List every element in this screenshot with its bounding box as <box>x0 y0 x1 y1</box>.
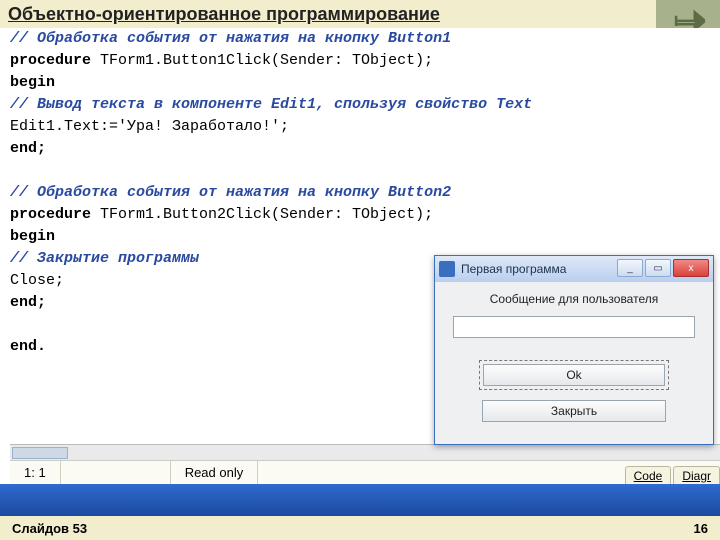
code-text: Close; <box>10 272 64 289</box>
dialog-title: Первая программа <box>461 262 566 276</box>
minimize-button[interactable]: _ <box>617 259 643 277</box>
ok-button-label: Ok <box>566 368 581 382</box>
app-icon <box>439 261 455 277</box>
minimize-icon: _ <box>627 263 633 274</box>
code-keyword: procedure <box>10 52 91 69</box>
slide-footer: Слайдов 53 16 <box>0 516 720 540</box>
close-icon: x <box>689 263 694 274</box>
code-comment: // Обработка события от нажатия на кнопк… <box>10 184 451 201</box>
code-keyword: end. <box>10 338 46 355</box>
maximize-icon: ▭ <box>653 263 662 274</box>
cursor-position: 1: 1 <box>10 461 61 484</box>
page-number: 16 <box>694 521 708 536</box>
slide-title-bar: Объектно-ориентированное программировани… <box>0 0 720 28</box>
tab-code[interactable]: Code <box>625 466 672 485</box>
tab-diagram[interactable]: Diagr <box>673 466 720 485</box>
code-comment: // Вывод текста в компоненте Edit1, спол… <box>10 96 532 113</box>
close-button[interactable]: x <box>673 259 709 277</box>
scrollbar-thumb[interactable] <box>12 447 68 459</box>
slide-title: Объектно-ориентированное программировани… <box>8 4 440 25</box>
code-keyword: end; <box>10 140 46 157</box>
dialog-titlebar[interactable]: Первая программа _ ▭ x <box>435 256 713 282</box>
editor-status-bar: 1: 1 Read only Code Diagr <box>10 460 720 484</box>
horizontal-scrollbar[interactable] <box>10 444 720 460</box>
maximize-button[interactable]: ▭ <box>645 259 671 277</box>
dialog-message: Сообщение для пользователя <box>453 292 695 306</box>
code-comment: // Закрытие программы <box>10 250 199 267</box>
ok-button-focus-ring: Ok <box>479 360 669 390</box>
close-program-label: Закрыть <box>551 404 597 418</box>
code-keyword: end; <box>10 294 46 311</box>
editor-tabs: Code Diagr <box>623 461 720 485</box>
code-text: TForm1.Button2Click(Sender: TObject); <box>91 206 433 223</box>
code-comment: // Обработка события от нажатия на кнопк… <box>10 30 451 47</box>
read-only-indicator: Read only <box>171 461 259 484</box>
code-keyword: begin <box>10 228 55 245</box>
code-text: TForm1.Button1Click(Sender: TObject); <box>91 52 433 69</box>
status-empty <box>61 461 171 484</box>
taskbar-strip <box>0 484 720 516</box>
dialog-input[interactable] <box>453 316 695 338</box>
close-program-button[interactable]: Закрыть <box>482 400 666 422</box>
dialog-window: Первая программа _ ▭ x Сообщение для пол… <box>434 255 714 445</box>
ok-button[interactable]: Ok <box>483 364 665 386</box>
slide-count: Слайдов 53 <box>12 521 87 536</box>
code-keyword: begin <box>10 74 55 91</box>
code-keyword: procedure <box>10 206 91 223</box>
code-text: Edit1.Text:='Ура! Заработало!'; <box>10 118 289 135</box>
